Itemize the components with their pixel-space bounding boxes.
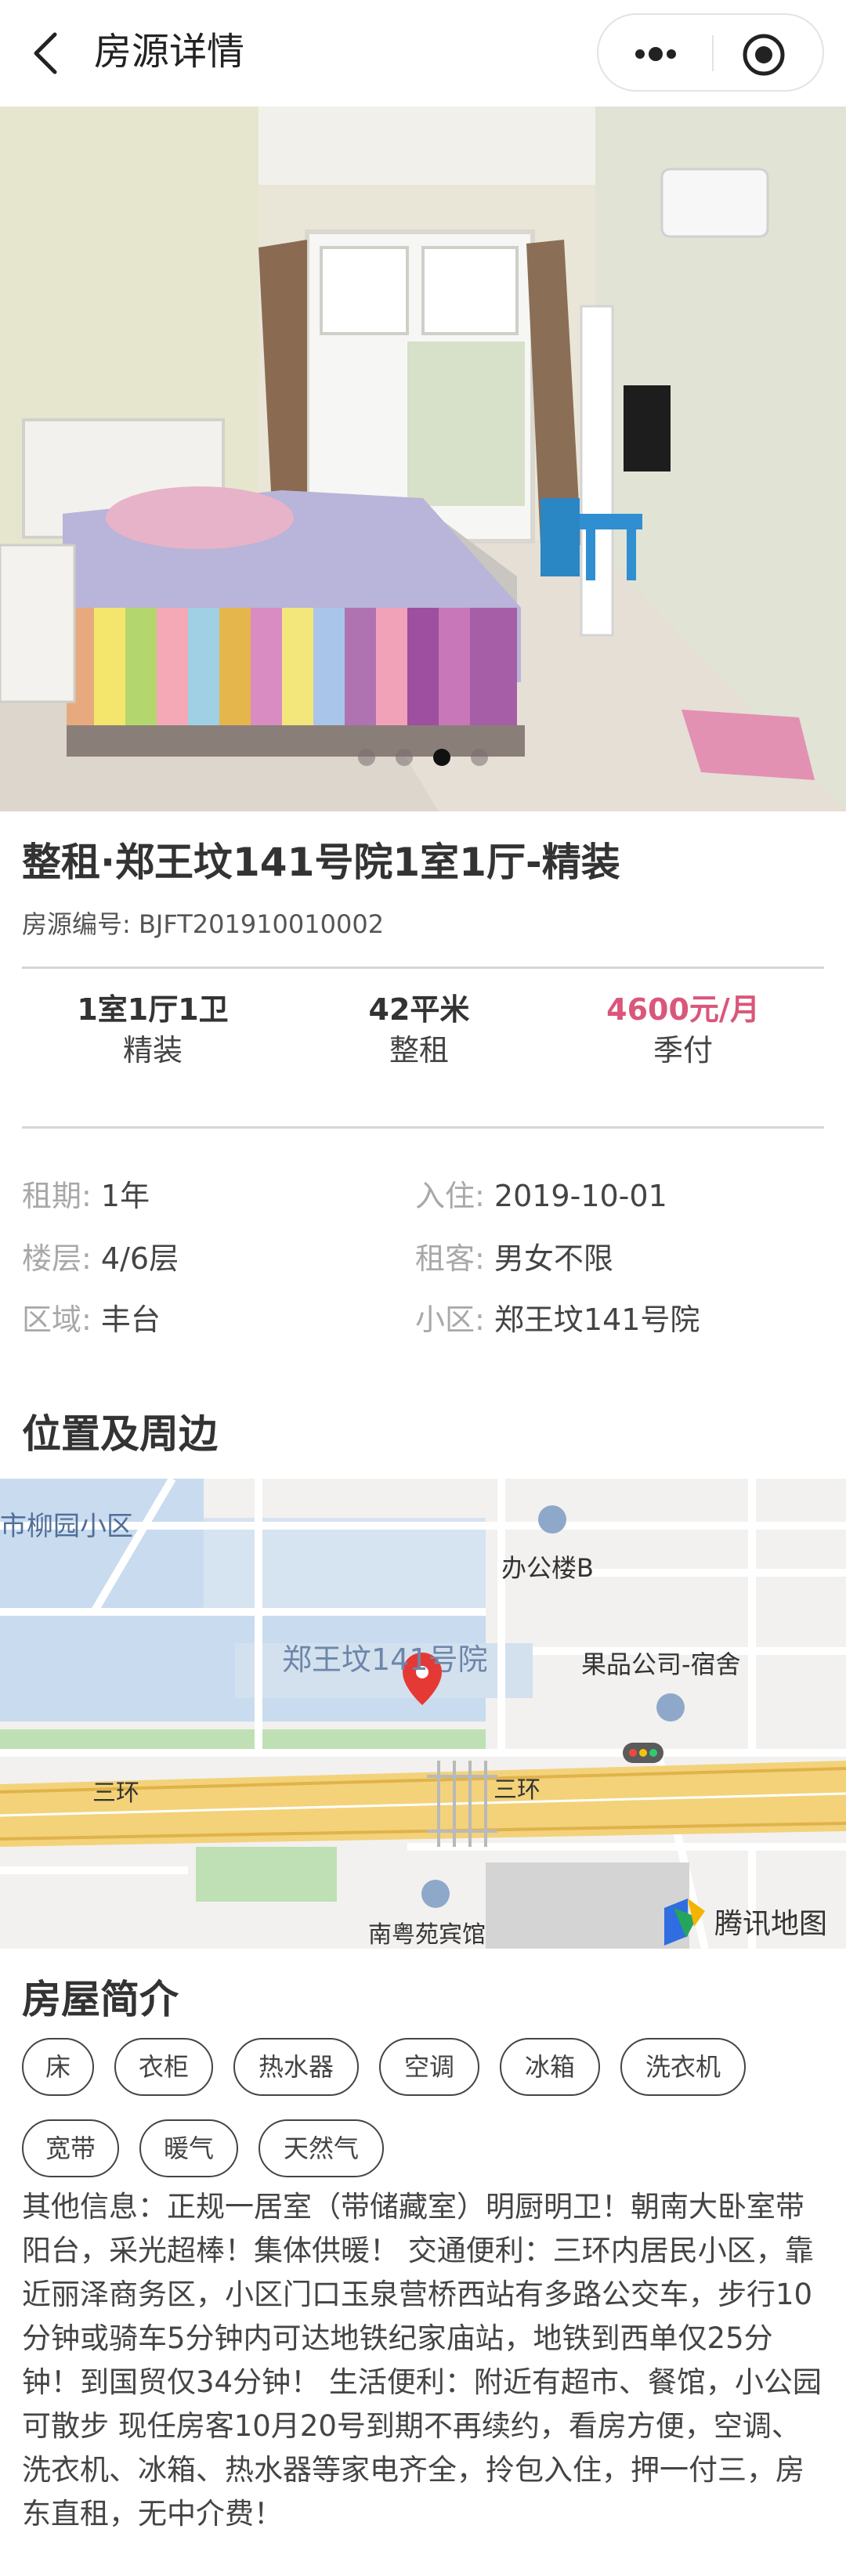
tag-heating: 暖气	[139, 2119, 238, 2177]
divider	[22, 966, 824, 969]
detail-community: 小区: 郑王坟141号院	[415, 1300, 700, 1339]
detail-lease: 租期: 1年	[22, 1176, 150, 1216]
detail-community-value: 郑王坟141号院	[494, 1302, 700, 1337]
carousel-dot[interactable]	[471, 749, 488, 766]
stat-layout-sub: 精装	[122, 1033, 183, 1068]
map-label-compound: 郑王坟141号院	[282, 1642, 488, 1677]
detail-community-label: 小区:	[415, 1302, 485, 1337]
map-canvas: 市柳园小区 办公楼B 郑王坟141号院 果品公司-宿舍 三环 三环 南粤苑宾馆 …	[0, 1479, 846, 1949]
stat-area: 42平米 整租	[278, 990, 560, 1071]
detail-floor-label: 楼层:	[22, 1241, 92, 1276]
detail-movein-label: 入住:	[415, 1179, 485, 1213]
intro-section-title: 房屋简介	[22, 1977, 179, 2022]
map-label-hotel: 南粤苑宾馆	[368, 1921, 486, 1949]
location-section-title: 位置及周边	[22, 1411, 218, 1457]
detail-lease-value: 1年	[100, 1179, 150, 1213]
stat-layout: 1室1厅1卫 精装	[12, 990, 294, 1071]
photo-carousel[interactable]	[0, 107, 846, 811]
tag-bed: 床	[22, 2038, 94, 2096]
detail-floor: 楼层: 4/6层	[22, 1239, 179, 1278]
tag-washer: 洗衣机	[620, 2038, 746, 2096]
room-photo	[0, 107, 846, 811]
nav-header: 房源详情	[0, 0, 846, 107]
listing-title: 整租·郑王坟141号院1室1厅-精装	[22, 840, 620, 885]
divider	[22, 1126, 824, 1129]
map-label-ring-left: 三环	[92, 1779, 139, 1807]
tag-ac: 空调	[379, 2038, 479, 2096]
tag-broadband: 宽带	[22, 2119, 119, 2177]
back-arrow-icon[interactable]	[27, 30, 66, 77]
map-label-office: 办公楼B	[501, 1553, 594, 1583]
carousel-dot[interactable]	[433, 749, 450, 766]
detail-tenant-value: 男女不限	[494, 1241, 613, 1276]
listing-code: 房源编号: BJFT201910010002	[22, 907, 384, 941]
listing-code-label: 房源编号:	[22, 909, 139, 939]
detail-movein: 入住: 2019-10-01	[415, 1176, 667, 1216]
carousel-dot[interactable]	[396, 749, 413, 766]
listing-code-value: BJFT201910010002	[138, 909, 385, 939]
tag-gas: 天然气	[258, 2119, 384, 2177]
close-target-icon[interactable]	[741, 32, 786, 78]
listing-description: 其他信息：正规一居室（带储藏室）明厨明卫！朝南大卧室带阳台，采光超棒！集体供暖！…	[22, 2190, 822, 2531]
carousel-dot[interactable]	[358, 749, 375, 766]
detail-lease-label: 租期:	[22, 1179, 92, 1213]
detail-area: 区域: 丰台	[22, 1300, 161, 1339]
detail-tenant: 租客: 男女不限	[415, 1239, 613, 1278]
map-provider-label: 腾讯地图	[714, 1908, 827, 1940]
map-label-park: 市柳园小区	[0, 1511, 133, 1542]
tag-fridge: 冰箱	[500, 2038, 600, 2096]
detail-area-label: 区域:	[22, 1302, 92, 1337]
stat-price-value: 4600元/月	[606, 992, 760, 1027]
capsule-divider	[712, 35, 714, 71]
key-stats: 1室1厅1卫 精装 42平米 整租 4600元/月 季付	[0, 990, 846, 1100]
tag-wardrobe: 衣柜	[114, 2038, 213, 2096]
stat-area-sub: 整租	[389, 1033, 449, 1068]
stat-price: 4600元/月 季付	[542, 990, 824, 1071]
tag-water-heater: 热水器	[233, 2038, 359, 2096]
map-label-fruit: 果品公司-宿舍	[581, 1649, 741, 1679]
map-label-ring-right: 三环	[494, 1776, 540, 1804]
more-dots-icon[interactable]	[628, 38, 683, 70]
stat-area-value: 42平米	[368, 992, 470, 1027]
detail-movein-value: 2019-10-01	[494, 1179, 667, 1213]
mini-program-capsule	[597, 13, 824, 92]
location-map[interactable]: 市柳园小区 办公楼B 郑王坟141号院 果品公司-宿舍 三环 三环 南粤苑宾馆 …	[0, 1479, 846, 1949]
detail-area-value: 丰台	[100, 1302, 161, 1337]
page-title: 房源详情	[94, 30, 245, 74]
stat-layout-value: 1室1厅1卫	[77, 992, 229, 1027]
stat-price-sub: 季付	[653, 1033, 713, 1068]
detail-floor-value: 4/6层	[100, 1241, 179, 1276]
detail-tenant-label: 租客:	[415, 1241, 485, 1276]
carousel-indicator	[0, 749, 846, 772]
